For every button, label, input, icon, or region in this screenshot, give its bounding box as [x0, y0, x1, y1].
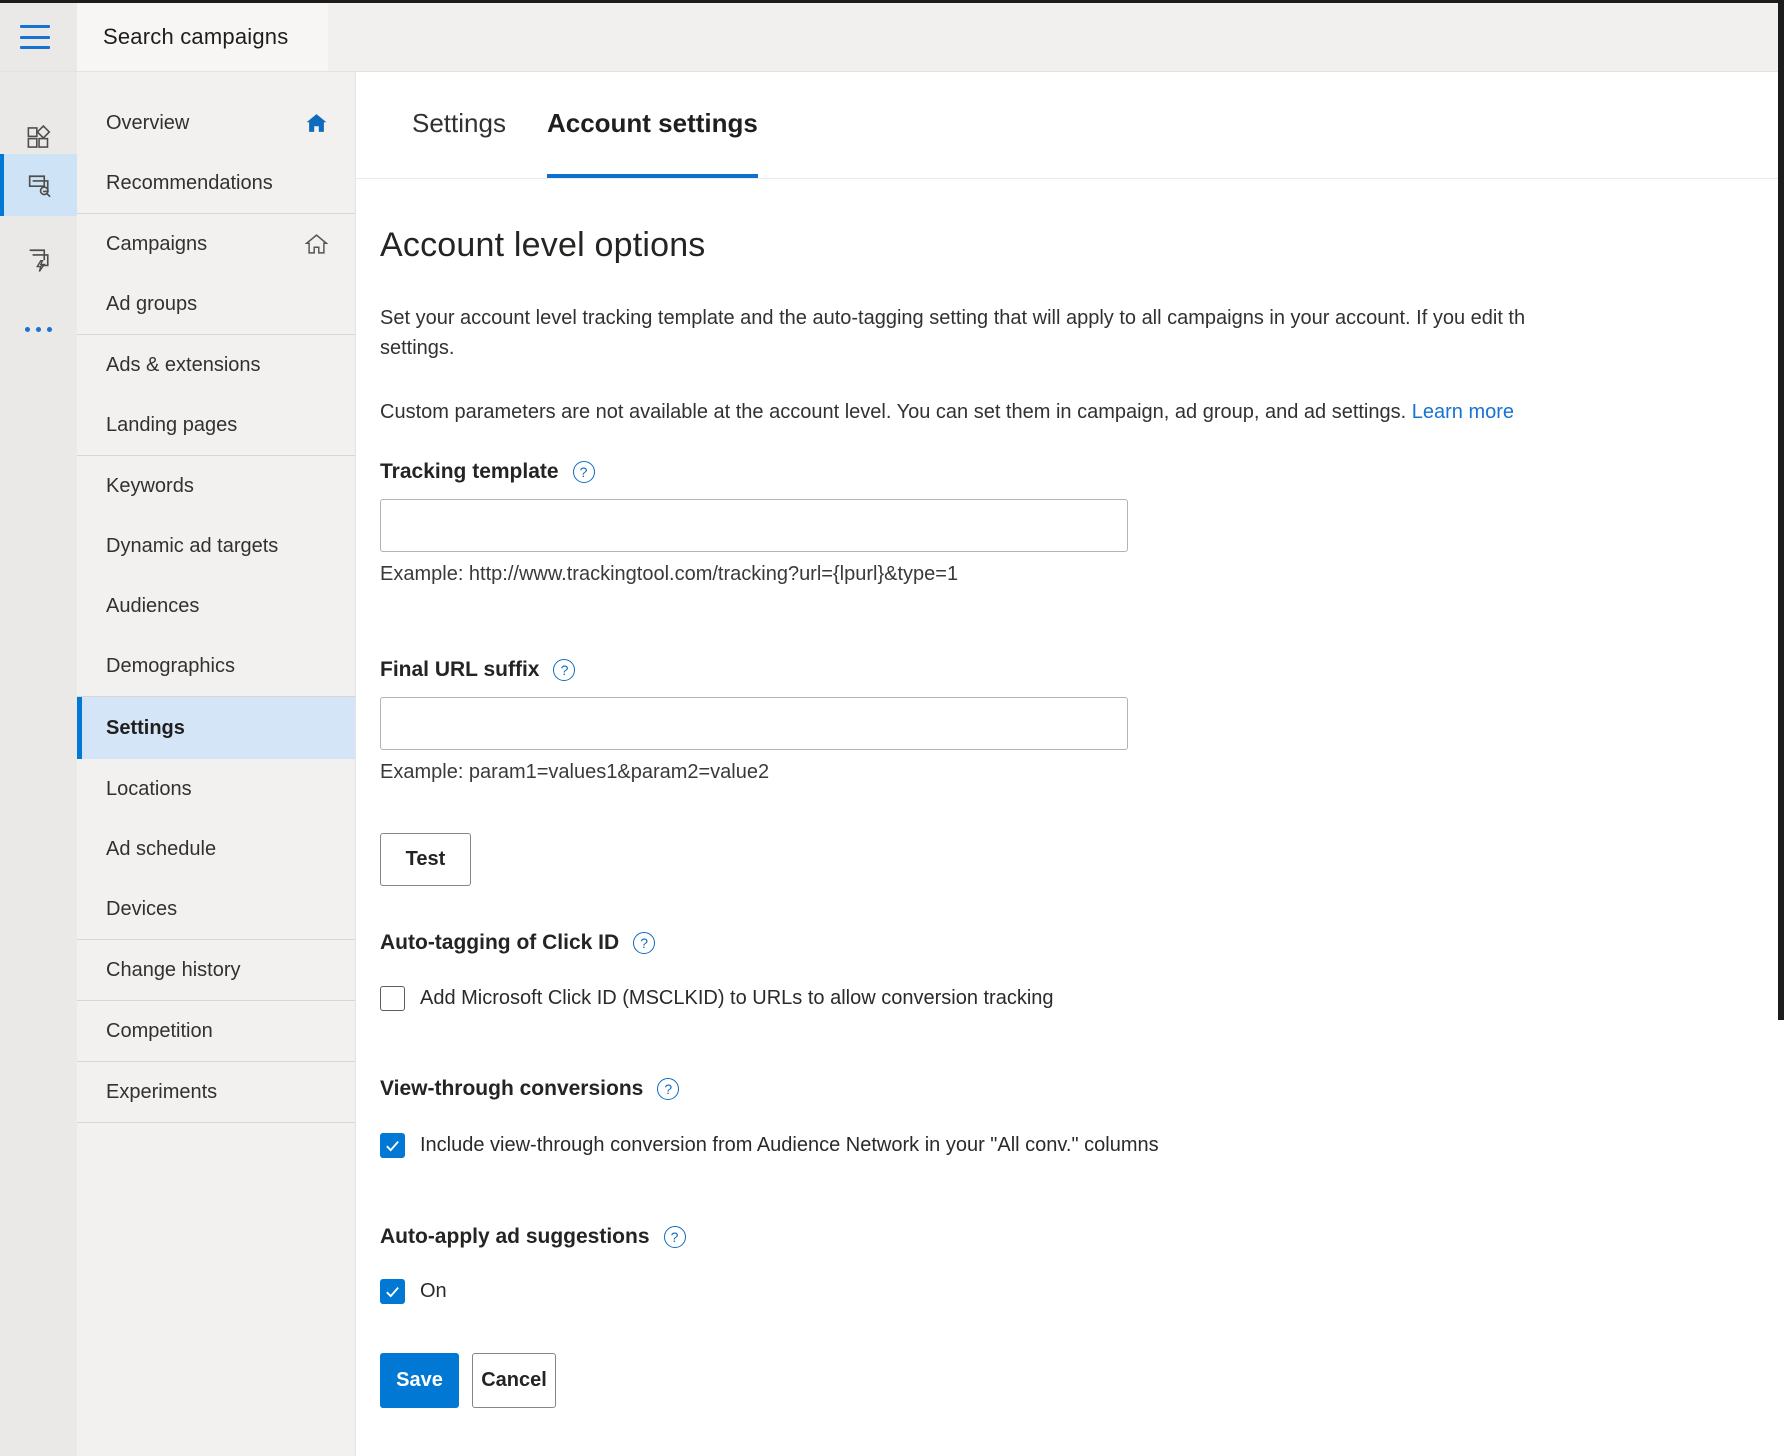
- more-icon[interactable]: [0, 300, 77, 358]
- tracking-template-label: Tracking template: [380, 460, 559, 484]
- sidebar-item-demographics[interactable]: Demographics: [77, 636, 355, 696]
- save-button[interactable]: Save: [380, 1353, 459, 1408]
- title-zone: Search campaigns: [77, 3, 328, 71]
- auto-tagging-label: Auto-tagging of Click ID: [380, 931, 619, 955]
- view-through-checkbox-label: Include view-through conversion from Aud…: [420, 1134, 1159, 1157]
- window-top-edge: [0, 0, 1784, 3]
- tracking-template-example: Example: http://www.trackingtool.com/tra…: [380, 563, 1784, 586]
- help-icon[interactable]: ?: [553, 659, 575, 681]
- sidebar-item-devices[interactable]: Devices: [77, 879, 355, 939]
- app-header: Search campaigns: [0, 3, 1784, 72]
- final-url-suffix-label: Final URL suffix: [380, 658, 539, 682]
- account-level-options-section: Account level options Set your account l…: [356, 226, 1784, 1408]
- cancel-button[interactable]: Cancel: [472, 1353, 556, 1408]
- sidebar-item-keywords[interactable]: Keywords: [77, 456, 355, 516]
- auto-apply-label: Auto-apply ad suggestions: [380, 1225, 650, 1249]
- help-icon[interactable]: ?: [657, 1078, 679, 1100]
- auto-apply-checkbox-row: On: [380, 1279, 1784, 1304]
- help-icon[interactable]: ?: [664, 1226, 686, 1248]
- sidebar-item-settings[interactable]: Settings: [77, 697, 355, 759]
- main-panel: Settings Account settings Account level …: [356, 72, 1784, 1456]
- check-icon: [384, 1137, 401, 1154]
- hamburger-menu-icon[interactable]: [20, 25, 50, 49]
- help-icon[interactable]: ?: [573, 461, 595, 483]
- sidebar-item-change-history[interactable]: Change history: [77, 940, 355, 1000]
- custom-parameters-text: Custom parameters are not available at t…: [380, 401, 1406, 423]
- custom-parameters-note: Custom parameters are not available at t…: [380, 401, 1784, 424]
- intro-paragraph: Set your account level tracking template…: [380, 303, 1784, 363]
- view-through-label: View-through conversions: [380, 1077, 643, 1101]
- tracking-template-input[interactable]: [380, 499, 1128, 552]
- sidebar-item-competition[interactable]: Competition: [77, 1001, 355, 1061]
- sidebar-item-ad-schedule[interactable]: Ad schedule: [77, 819, 355, 879]
- sidebar-item-ads-extensions[interactable]: Ads & extensions: [77, 335, 355, 395]
- sidebar-item-experiments[interactable]: Experiments: [77, 1062, 355, 1122]
- auto-apply-checkbox-label: On: [420, 1280, 447, 1303]
- header-rail: [0, 3, 77, 71]
- sidebar-item-recommendations[interactable]: Recommendations: [77, 153, 355, 213]
- msclkid-checkbox[interactable]: [380, 986, 405, 1011]
- check-icon: [384, 1283, 401, 1300]
- intro-line-2: settings.: [380, 333, 1784, 363]
- tracking-template-label-row: Tracking template ?: [380, 460, 1784, 484]
- tab-bar: Settings Account settings: [356, 72, 1784, 179]
- help-icon[interactable]: ?: [633, 932, 655, 954]
- sidebar-item-locations[interactable]: Locations: [77, 759, 355, 819]
- bulk-edits-icon[interactable]: [0, 230, 77, 288]
- sidebar-item-campaigns[interactable]: Campaigns: [77, 214, 355, 274]
- auto-tagging-label-row: Auto-tagging of Click ID ?: [380, 931, 1784, 955]
- sidebar-divider: [77, 1122, 355, 1123]
- window-right-edge: [1778, 0, 1784, 1020]
- sidebar-item-overview[interactable]: Overview: [77, 93, 355, 153]
- final-url-suffix-label-row: Final URL suffix ?: [380, 658, 1784, 682]
- app-window: Search campaigns: [0, 0, 1784, 1456]
- learn-more-link[interactable]: Learn more: [1412, 401, 1514, 423]
- tab-settings[interactable]: Settings: [412, 72, 506, 178]
- auto-apply-label-row: Auto-apply ad suggestions ?: [380, 1225, 1784, 1249]
- tab-account-settings[interactable]: Account settings: [547, 72, 758, 178]
- view-through-label-row: View-through conversions ?: [380, 1077, 1784, 1101]
- auto-apply-checkbox[interactable]: [380, 1279, 405, 1304]
- recommendations-icon[interactable]: [0, 154, 77, 216]
- section-heading: Account level options: [380, 226, 1784, 265]
- home-icon: [304, 111, 329, 136]
- form-actions: Save Cancel: [380, 1353, 1784, 1408]
- sidebar-item-dynamic-ad-targets[interactable]: Dynamic ad targets: [77, 516, 355, 576]
- test-button[interactable]: Test: [380, 833, 471, 886]
- final-url-suffix-input[interactable]: [380, 697, 1128, 750]
- auto-tagging-checkbox-row: Add Microsoft Click ID (MSCLKID) to URLs…: [380, 986, 1784, 1011]
- sidebar-item-landing-pages[interactable]: Landing pages: [77, 395, 355, 455]
- icon-rail: [0, 72, 77, 1456]
- sidebar-item-ad-groups[interactable]: Ad groups: [77, 274, 355, 334]
- final-url-suffix-example: Example: param1=values1&param2=value2: [380, 761, 1784, 784]
- view-through-checkbox[interactable]: [380, 1133, 405, 1158]
- sidebar-item-audiences[interactable]: Audiences: [77, 576, 355, 636]
- msclkid-checkbox-label: Add Microsoft Click ID (MSCLKID) to URLs…: [420, 987, 1054, 1010]
- sidebar: Overview Recommendations Campaigns Ad gr…: [77, 72, 356, 1456]
- page-title: Search campaigns: [77, 24, 288, 50]
- home-outline-icon: [304, 232, 329, 257]
- view-through-checkbox-row: Include view-through conversion from Aud…: [380, 1133, 1784, 1158]
- intro-line-1: Set your account level tracking template…: [380, 303, 1784, 333]
